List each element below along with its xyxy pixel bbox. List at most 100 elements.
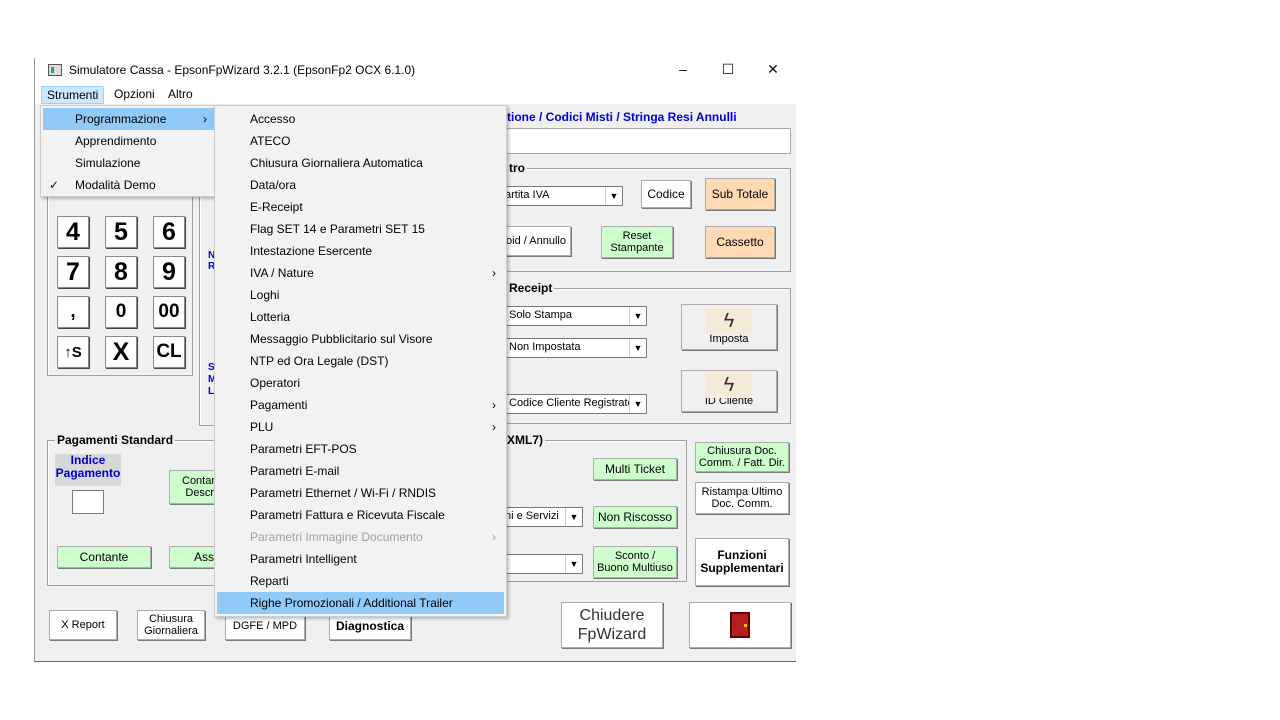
non-riscosso-button[interactable]: Non Riscosso <box>593 506 677 528</box>
menu-item-ethernet[interactable]: Parametri Ethernet / Wi-Fi / RNDIS <box>217 482 504 504</box>
menu-strumenti[interactable]: Strumenti <box>41 86 105 104</box>
menu-item-eft-pos[interactable]: Parametri EFT-POS <box>217 438 504 460</box>
maximize-button[interactable]: ☐ <box>706 58 750 82</box>
menu-item-plu[interactable]: PLU › <box>217 416 504 438</box>
menu-item-email[interactable]: Parametri E-mail <box>217 460 504 482</box>
menu-item-intelligent[interactable]: Parametri Intelligent <box>217 548 504 570</box>
chevron-down-icon: ▼ <box>629 395 646 413</box>
chevron-down-icon: ▼ <box>629 339 646 357</box>
menu-item-chiusura-automatica[interactable]: Chiusura Giornaliera Automatica <box>217 152 504 174</box>
menu-item-label: ATECO <box>250 134 291 148</box>
menu-item-label: Intestazione Esercente <box>250 244 373 258</box>
xml-combo-3[interactable]: ▼ <box>501 554 583 574</box>
menu-item-operatori[interactable]: Operatori <box>217 372 504 394</box>
key-7[interactable]: 7 <box>57 256 89 288</box>
menu-item-label: Parametri EFT-POS <box>250 442 357 456</box>
menu-item-label: Parametri Immagine Documento <box>250 530 423 544</box>
key-5[interactable]: 5 <box>105 216 137 248</box>
contante-button[interactable]: Contante <box>57 546 151 568</box>
menu-item-label: Apprendimento <box>75 134 157 148</box>
chiusura-giornaliera-button[interactable]: Chiusura Giornaliera <box>137 610 205 640</box>
menu-item-modalita-demo[interactable]: ✓ Modalità Demo <box>43 174 215 196</box>
assegno-button[interactable]: Asse <box>169 546 221 568</box>
sub-totale-button[interactable]: Sub Totale <box>705 178 775 210</box>
x-report-button[interactable]: X Report <box>49 610 117 640</box>
window-title: Simulatore Cassa - EpsonFpWizard 3.2.1 (… <box>69 63 416 77</box>
stampa-combo[interactable]: Solo Stampa ▼ <box>505 306 647 326</box>
menu-item-label: Operatori <box>250 376 301 390</box>
key-8[interactable]: 8 <box>105 256 137 288</box>
menu-bar: Strumenti Opzioni Altro <box>35 84 796 104</box>
chevron-right-icon: › <box>492 266 496 280</box>
menu-item-label: Modalità Demo <box>75 178 156 192</box>
menu-item-accesso[interactable]: Accesso <box>217 108 504 130</box>
key-6[interactable]: 6 <box>153 216 185 248</box>
codice-cliente-combo[interactable]: Codice Cliente Registrato ▼ <box>505 394 647 414</box>
imposta-button-label: Imposta <box>709 333 749 345</box>
codice-button[interactable]: Codice <box>641 180 691 208</box>
partita-iva-combo-value: artita IVA <box>505 189 550 201</box>
void-annullo-button[interactable]: oid / Annullo <box>501 226 571 256</box>
menu-item-righe-promozionali[interactable]: Righe Promozionali / Additional Trailer <box>217 592 504 614</box>
menu-item-simulazione[interactable]: Simulazione <box>43 152 215 174</box>
key-00[interactable]: 00 <box>153 296 185 328</box>
ristampa-button[interactable]: Ristampa Ultimo Doc. Comm. <box>695 482 789 514</box>
programmazione-submenu: Accesso ATECO Chiusura Giornaliera Autom… <box>214 105 507 617</box>
chevron-right-icon: › <box>492 530 496 544</box>
menu-item-pagamenti[interactable]: Pagamenti › <box>217 394 504 416</box>
contante-descrizione-button[interactable]: Contan Descr <box>169 470 217 504</box>
menu-item-e-receipt[interactable]: E-Receipt <box>217 196 504 218</box>
menu-item-data-ora[interactable]: Data/ora <box>217 174 504 196</box>
close-button[interactable]: ✕ <box>751 58 795 82</box>
impostata-combo[interactable]: Non Impostata ▼ <box>505 338 647 358</box>
menu-item-label: Messaggio Pubblicitario sul Visore <box>250 332 433 346</box>
menu-altro[interactable]: Altro <box>163 86 198 104</box>
menu-item-ntp[interactable]: NTP ed Ora Legale (DST) <box>217 350 504 372</box>
indice-pagamento-input[interactable] <box>72 490 104 514</box>
lightning-icon: ϟ <box>706 372 752 398</box>
minimize-button[interactable]: – <box>661 58 705 82</box>
menu-item-messaggio[interactable]: Messaggio Pubblicitario sul Visore <box>217 328 504 350</box>
door-exit-icon <box>730 612 750 638</box>
menu-item-intestazione[interactable]: Intestazione Esercente <box>217 240 504 262</box>
key-4[interactable]: 4 <box>57 216 89 248</box>
menu-item-apprendimento[interactable]: Apprendimento <box>43 130 215 152</box>
title-bar: Simulatore Cassa - EpsonFpWizard 3.2.1 (… <box>35 58 796 84</box>
menu-item-label: Parametri Fattura e Ricevuta Fiscale <box>250 508 445 522</box>
menu-item-label: Data/ora <box>250 178 297 192</box>
sconto-buono-button[interactable]: Sconto / Buono Multiuso <box>593 546 677 578</box>
key-9[interactable]: 9 <box>153 256 185 288</box>
menu-item-label: Pagamenti <box>250 398 308 412</box>
menu-item-reparti[interactable]: Reparti <box>217 570 504 592</box>
beni-servizi-combo[interactable]: ni e Servizi ▼ <box>501 507 583 527</box>
chiudere-fpwizard-button[interactable]: Chiudere FpWizard <box>561 602 663 648</box>
pagamenti-group-title: Pagamenti Standard <box>55 433 176 447</box>
menu-item-lotteria[interactable]: Lotteria <box>217 306 504 328</box>
chevron-down-icon: ▼ <box>565 555 582 573</box>
chevron-down-icon: ▼ <box>605 187 622 205</box>
key-x[interactable]: X <box>105 336 137 368</box>
menu-item-ateco[interactable]: ATECO <box>217 130 504 152</box>
multi-ticket-button[interactable]: Multi Ticket <box>593 458 677 480</box>
chevron-right-icon: › <box>492 420 496 434</box>
menu-item-flag-set[interactable]: Flag SET 14 e Parametri SET 15 <box>217 218 504 240</box>
xml-group-title: XML7) <box>505 433 545 447</box>
key-cl[interactable]: CL <box>153 336 185 368</box>
funzioni-supplementari-button[interactable]: Funzioni Supplementari <box>695 538 789 586</box>
menu-item-label: Accesso <box>250 112 296 126</box>
menu-item-loghi[interactable]: Loghi <box>217 284 504 306</box>
reset-stampante-button[interactable]: Reset Stampante <box>601 226 673 258</box>
key-comma[interactable]: , <box>57 296 89 328</box>
menu-item-fattura[interactable]: Parametri Fattura e Ricevuta Fiscale <box>217 504 504 526</box>
cassetto-button[interactable]: Cassetto <box>705 226 775 258</box>
key-0[interactable]: 0 <box>105 296 137 328</box>
menu-item-label: Reparti <box>250 574 289 588</box>
menu-opzioni[interactable]: Opzioni <box>109 86 160 104</box>
menu-item-iva-nature[interactable]: IVA / Nature › <box>217 262 504 284</box>
partita-iva-combo[interactable]: artita IVA ▼ <box>501 186 623 206</box>
menu-item-programmazione[interactable]: Programmazione › <box>43 108 215 130</box>
key-shift-s[interactable]: ↑S <box>57 336 89 368</box>
header-input[interactable] <box>501 128 791 154</box>
chiusura-doc-button[interactable]: Chiusura Doc. Comm. / Fatt. Dir. <box>695 442 789 472</box>
exit-button[interactable] <box>689 602 791 648</box>
